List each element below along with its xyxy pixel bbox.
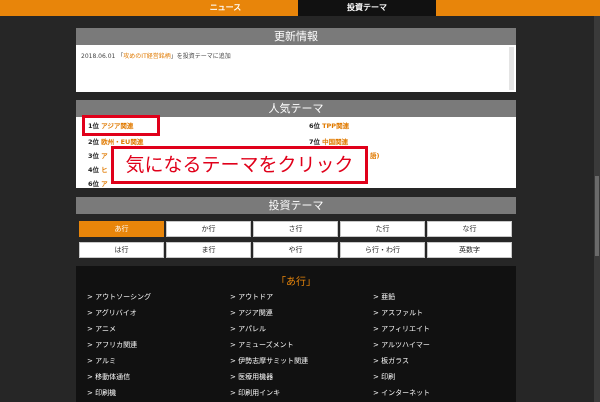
- tab-news[interactable]: ニュース: [153, 0, 298, 16]
- theme-link[interactable]: TPP関連: [322, 122, 349, 130]
- theme-list-item[interactable]: > アルミ: [87, 356, 116, 366]
- popular-item[interactable]: 3位 ア: [88, 150, 108, 160]
- theme-list-item[interactable]: > アルツハイマー: [373, 340, 430, 350]
- theme-list-item[interactable]: > アジア関連: [230, 308, 273, 318]
- rank-number: 6位: [309, 122, 321, 130]
- kana-tab-ra-wa[interactable]: ら行・わ行: [340, 242, 425, 258]
- kana-tab-a[interactable]: あ行: [79, 221, 164, 237]
- rank-number: 6位: [88, 180, 100, 188]
- theme-link[interactable]: 欧州・EU関連: [101, 138, 143, 146]
- theme-link[interactable]: ア: [101, 152, 108, 160]
- kana-tab-ma[interactable]: ま行: [166, 242, 251, 258]
- theme-list-item[interactable]: > アスファルト: [373, 308, 423, 318]
- themes-header: 投資テーマ: [76, 197, 516, 214]
- theme-list-item[interactable]: > アニメ: [87, 324, 116, 334]
- update-entry: 2018.06.01 「攻めのIT経営銘柄」を投資テーマに追加: [81, 51, 231, 60]
- theme-list-item[interactable]: > アウトソーシング: [87, 292, 151, 302]
- page-scrollbar[interactable]: [594, 16, 600, 402]
- theme-list-item[interactable]: > 印刷機: [87, 388, 116, 398]
- page-scrollbar-thumb[interactable]: [595, 176, 599, 256]
- popular-item[interactable]: 7位 中国関連: [309, 136, 348, 146]
- theme-list-item[interactable]: > アフリカ関連: [87, 340, 137, 350]
- update-date: 2018.06.01: [81, 53, 116, 60]
- theme-list-item[interactable]: > インターネット: [373, 388, 430, 398]
- theme-list-item[interactable]: > 印刷用インキ: [230, 388, 280, 398]
- update-text: 」を投資テーマに追加: [170, 53, 231, 60]
- theme-link[interactable]: 語): [370, 152, 379, 160]
- theme-list-item[interactable]: > アパレル: [230, 324, 266, 334]
- theme-list-item[interactable]: > アミューズメント: [230, 340, 294, 350]
- theme-list-item[interactable]: > 板ガラス: [373, 356, 409, 366]
- popular-item[interactable]: 6位 TPP関連: [309, 120, 349, 130]
- rank-number: 2位: [88, 138, 100, 146]
- theme-link[interactable]: 中国関連: [322, 138, 348, 146]
- updates-panel: 2018.06.01 「攻めのIT経営銘柄」を投資テーマに追加: [76, 45, 516, 92]
- rank-number: 7位: [309, 138, 321, 146]
- popular-item[interactable]: 6位 ア: [88, 178, 108, 188]
- theme-list-item[interactable]: > 医療用機器: [230, 372, 273, 382]
- click-callout: 気になるテーマをクリック: [111, 146, 368, 184]
- kana-tab-sa[interactable]: さ行: [253, 221, 338, 237]
- theme-list-item[interactable]: > アウトドア: [230, 292, 273, 302]
- kana-tab-alnum[interactable]: 英数字: [427, 242, 512, 258]
- rank-number: 4位: [88, 166, 100, 174]
- theme-list-item[interactable]: > 移動体通信: [87, 372, 130, 382]
- popular-item[interactable]: 4位 ヒ: [88, 164, 108, 174]
- theme-link[interactable]: ヒ: [101, 166, 108, 174]
- theme-list-item[interactable]: > アフィリエイト: [373, 324, 430, 334]
- update-link[interactable]: 攻めのIT経営銘柄: [123, 53, 170, 60]
- highlight-box: [82, 115, 160, 136]
- theme-list-title: 「あ行」: [276, 277, 316, 288]
- theme-list-item[interactable]: > 亜鉛: [373, 292, 395, 302]
- kana-tab-ka[interactable]: か行: [166, 221, 251, 237]
- rank-number: 3位: [88, 152, 100, 160]
- kana-tab-na[interactable]: な行: [427, 221, 512, 237]
- theme-list: 「あ行」 > アウトソーシング > アグリバイオ > アニメ > アフリカ関連 …: [76, 266, 516, 402]
- tab-investment-themes[interactable]: 投資テーマ: [298, 0, 436, 16]
- updates-scrollbar[interactable]: [509, 47, 514, 90]
- popular-item[interactable]: 2位 欧州・EU関連: [88, 136, 143, 146]
- theme-list-item[interactable]: > 印刷: [373, 372, 395, 382]
- theme-list-item[interactable]: > 伊勢志摩サミット関連: [230, 356, 308, 366]
- kana-tab-ya[interactable]: や行: [253, 242, 338, 258]
- updates-header: 更新情報: [76, 28, 516, 45]
- theme-link[interactable]: ア: [101, 180, 108, 188]
- kana-tab-ta[interactable]: た行: [340, 221, 425, 237]
- popular-item[interactable]: 語): [370, 150, 379, 160]
- kana-tab-ha[interactable]: は行: [79, 242, 164, 258]
- theme-list-item[interactable]: > アグリバイオ: [87, 308, 137, 318]
- top-nav: ニュース 投資テーマ: [0, 0, 600, 16]
